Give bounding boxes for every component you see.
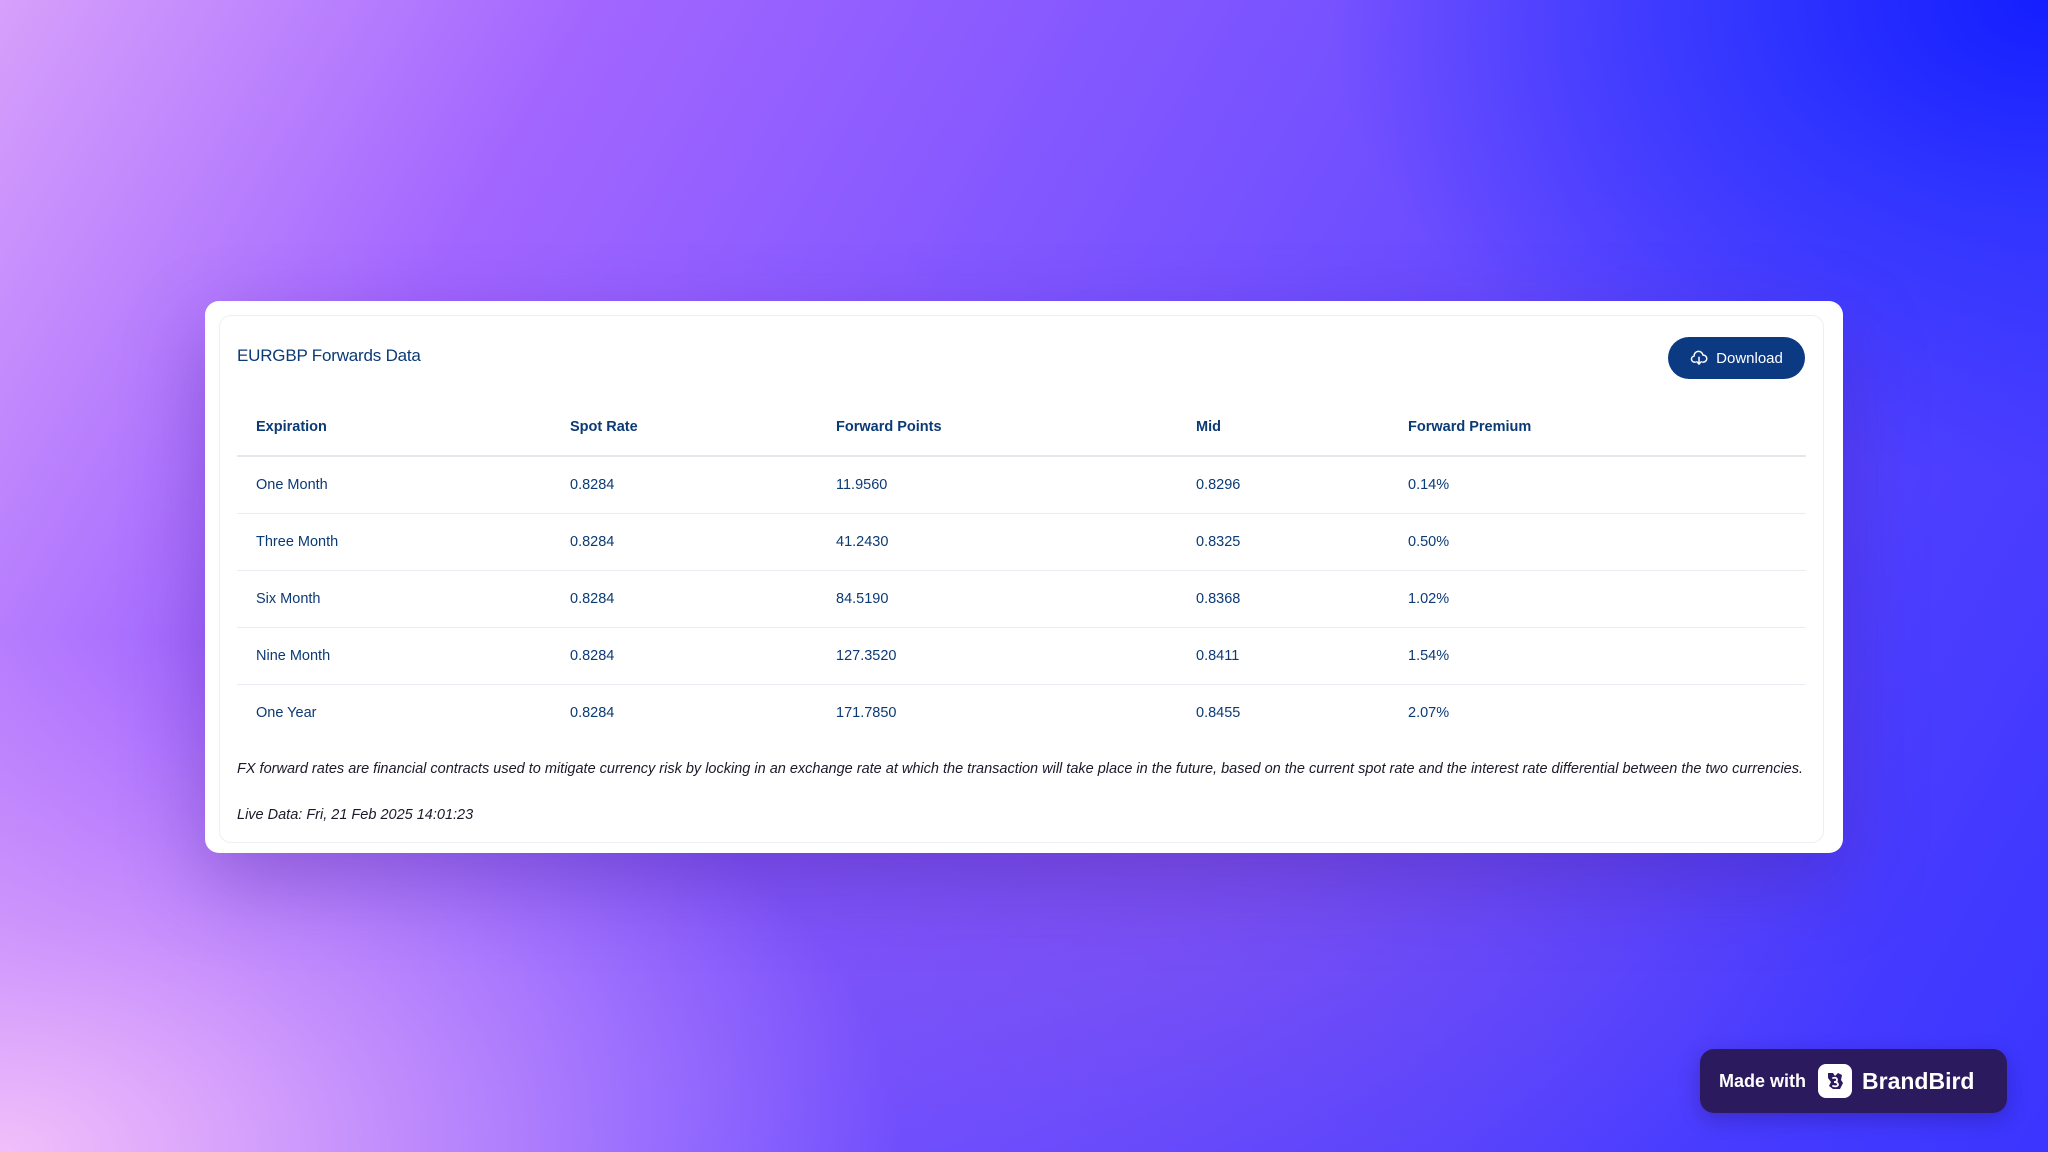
table-row: Three Month 0.8284 41.2430 0.8325 0.50%	[237, 513, 1806, 571]
table-row: Nine Month 0.8284 127.3520 0.8411 1.54%	[237, 627, 1806, 685]
made-with-brandbird-badge[interactable]: Made with BrandBird	[1700, 1049, 2007, 1113]
cell-forward-premium: 1.02%	[1389, 570, 1806, 628]
cell-spot-rate: 0.8284	[551, 456, 817, 514]
cell-spot-rate: 0.8284	[551, 570, 817, 628]
header-expiration: Expiration	[237, 399, 551, 457]
download-button[interactable]: Download	[1668, 337, 1805, 379]
cell-mid: 0.8411	[1177, 627, 1389, 685]
cell-forward-premium: 0.50%	[1389, 513, 1806, 571]
cell-expiration: One Month	[237, 456, 551, 514]
cell-expiration: Three Month	[237, 513, 551, 571]
cell-forward-premium: 2.07%	[1408, 705, 1450, 721]
cell-forward-points: 41.2430	[817, 513, 1177, 571]
cell-mid: 0.8455	[1196, 705, 1241, 721]
cell-spot-rate: 0.8284	[570, 705, 615, 721]
forwards-card-inner: EURGBP Forwards Data Download Expiration…	[219, 315, 1824, 843]
cell-spot-rate: 0.8284	[551, 513, 817, 571]
live-data-timestamp: Live Data: Fri, 21 Feb 2025 14:01:23	[237, 807, 474, 823]
cell-mid: 0.8325	[1177, 513, 1389, 571]
forwards-table: Expiration Spot Rate Forward Points Mid …	[237, 399, 1806, 741]
cell-forward-premium: 1.54%	[1389, 627, 1806, 685]
cell-expiration: One Year	[256, 705, 317, 721]
cell-forward-points: 84.5190	[817, 570, 1177, 628]
made-with-label: Made with	[1719, 1070, 1807, 1091]
table-row: One Year 0.8284 171.7850 0.8455 2.07%	[237, 685, 1806, 742]
card-title: EURGBP Forwards Data	[237, 346, 421, 365]
cell-forward-points: 11.9560	[817, 456, 1177, 514]
forwards-card: EURGBP Forwards Data Download Expiration…	[205, 301, 1843, 853]
download-label: Download	[1716, 349, 1783, 367]
cell-expiration: Nine Month	[237, 627, 551, 685]
table-row: One Month 0.8284 11.9560 0.8296 0.14%	[237, 456, 1806, 514]
cell-forward-points: 127.3520	[817, 627, 1177, 685]
header-forward-premium: Forward Premium	[1389, 399, 1806, 457]
cell-forward-points: 171.7850	[836, 705, 897, 721]
header-mid: Mid	[1177, 399, 1389, 457]
cell-mid: 0.8296	[1177, 456, 1389, 514]
table-header-row: Expiration Spot Rate Forward Points Mid …	[237, 399, 1806, 457]
cell-mid: 0.8368	[1177, 570, 1389, 628]
cell-spot-rate: 0.8284	[551, 627, 817, 685]
cloud-download-icon	[1690, 349, 1708, 367]
brandbird-label: BrandBird	[1862, 1067, 1975, 1094]
footnote-text: FX forward rates are financial contracts…	[237, 761, 1804, 777]
cell-forward-premium: 0.14%	[1389, 456, 1806, 514]
brandbird-logo-icon	[1818, 1064, 1853, 1098]
header-forward-points: Forward Points	[817, 399, 1177, 457]
cell-expiration: Six Month	[237, 570, 551, 628]
table-row: Six Month 0.8284 84.5190 0.8368 1.02%	[237, 570, 1806, 628]
header-spot-rate: Spot Rate	[551, 399, 817, 457]
